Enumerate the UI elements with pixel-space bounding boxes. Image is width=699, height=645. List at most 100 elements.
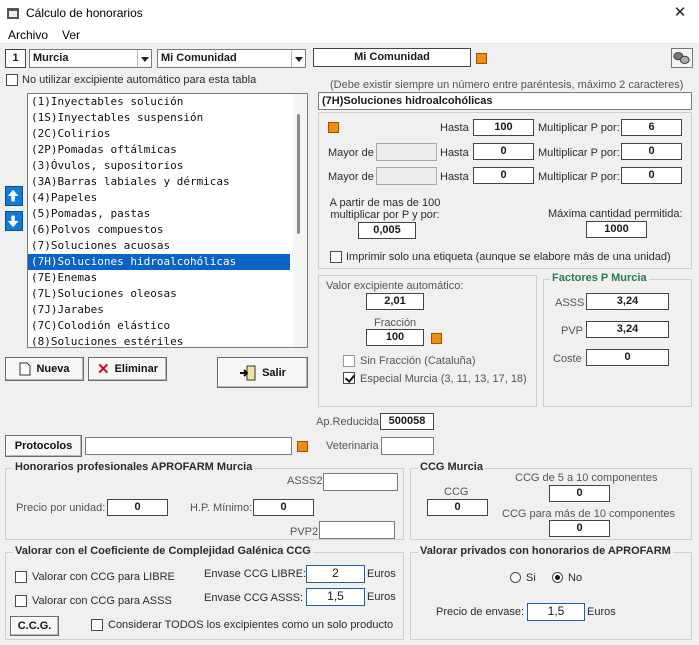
no-excipient-checkbox[interactable] (6, 74, 18, 86)
coste-factor-field[interactable]: 0 (586, 349, 669, 366)
list-item[interactable]: (6)Polvos compuestos (28, 222, 307, 238)
community-name-field[interactable]: Mi Comunidad (313, 48, 471, 67)
mayor-de-3-field (376, 167, 437, 185)
ap-reducida-field[interactable]: 500058 (380, 413, 434, 430)
ccg-mas-10-field[interactable]: 0 (549, 520, 610, 537)
excipient-value-field[interactable]: 2,01 (366, 293, 424, 310)
menu-ver[interactable]: Ver (62, 28, 80, 42)
list-item[interactable]: (7L)Soluciones oleosas (28, 286, 307, 302)
asss-factor-field[interactable]: 3,24 (586, 293, 669, 310)
especial-murcia-checkbox[interactable] (343, 372, 355, 384)
pvp-factor-field[interactable]: 3,24 (586, 321, 669, 338)
valorar-ccg-title: Valorar con el Coeficiente de Complejida… (13, 545, 313, 557)
todos-excipientes-checkbox[interactable] (91, 619, 103, 631)
privados-no-radio[interactable] (552, 572, 563, 583)
selected-name-field[interactable]: (7H)Soluciones hidroalcohólicas (318, 92, 692, 110)
multiplicar-label: Multiplicar P por: (538, 147, 620, 159)
protocolos-field[interactable] (85, 437, 292, 455)
fraction-field[interactable]: 100 (366, 329, 424, 346)
mult-3-field[interactable]: 0 (621, 167, 682, 184)
nueva-button[interactable]: Nueva (5, 357, 84, 381)
list-item[interactable]: (7C)Colodión elástico (28, 318, 307, 334)
print-one-checkbox[interactable] (330, 251, 342, 263)
precio-unidad-field[interactable]: 0 (107, 499, 168, 516)
hasta-label: Hasta (440, 171, 469, 183)
ccg-button[interactable]: C.C.G. (10, 616, 59, 636)
max-field[interactable]: 1000 (586, 221, 647, 238)
ccg-field[interactable]: 0 (427, 499, 488, 516)
precio-envase-field[interactable]: 1,5 (527, 603, 585, 621)
privados-si-radio[interactable] (510, 572, 521, 583)
ccg-label: CCG (444, 486, 469, 498)
scrollbar-thumb[interactable] (297, 114, 300, 234)
mult-1-field[interactable]: 6 (621, 119, 682, 136)
salir-button[interactable]: Salir (217, 357, 308, 388)
hasta-label: Hasta (440, 122, 469, 134)
privados-title: Valorar privados con honorarios de APROF… (418, 545, 673, 557)
table-index-field[interactable]: 1 (5, 49, 26, 68)
close-icon[interactable]: ✕ (669, 3, 691, 23)
move-up-button[interactable] (5, 186, 23, 206)
list-item[interactable]: (3A)Barras labiales y dérmicas (28, 174, 307, 190)
hp-minimo-field[interactable]: 0 (253, 499, 314, 516)
protocolos-button[interactable]: Protocolos (5, 435, 82, 457)
color-swatch[interactable] (328, 122, 339, 133)
color-swatch[interactable] (297, 441, 308, 452)
list-item[interactable]: (1S)Inyectables suspensión (28, 110, 307, 126)
eliminar-button[interactable]: ✕ Eliminar (88, 357, 167, 381)
envase-libre-field[interactable]: 2 (306, 565, 365, 583)
ccg-mas-10-label: CCG para más de 10 componentes (502, 508, 676, 520)
precio-unidad-label: Precio por unidad: (16, 502, 106, 514)
print-one-label: Imprimir solo una etiqueta (aunque se el… (346, 251, 671, 263)
list-item[interactable]: (4)Papeles (28, 190, 307, 206)
hasta-2-field[interactable]: 0 (473, 143, 534, 160)
chevron-down-icon[interactable] (291, 50, 305, 67)
chevron-down-icon[interactable] (137, 50, 151, 67)
list-item[interactable]: (7)Soluciones acuosas (28, 238, 307, 254)
pvp2-label: PVP2 (290, 526, 319, 538)
color-swatch[interactable] (476, 53, 487, 64)
ccg-title: CCG Murcia (418, 461, 485, 473)
arrow-down-icon (7, 215, 19, 228)
eliminar-label: Eliminar (114, 363, 158, 375)
settings-button[interactable] (671, 48, 693, 68)
ccg-libre-checkbox[interactable] (15, 571, 27, 583)
list-item[interactable]: (8)Soluciones estériles (28, 334, 307, 347)
preparation-list[interactable]: (1)Inyectables solución (1S)Inyectables s… (27, 93, 308, 348)
mayor-de-label: Mayor de (328, 171, 374, 183)
asss2-field[interactable] (323, 473, 398, 491)
sin-fraccion-label: Sin Fracción (Cataluña) (360, 355, 476, 367)
community-select[interactable]: Mi Comunidad (157, 49, 306, 68)
sin-fraccion-checkbox[interactable] (343, 355, 355, 367)
list-scrollbar[interactable] (293, 94, 307, 347)
coste-label: Coste (553, 353, 582, 365)
mayor-de-label: Mayor de (328, 147, 374, 159)
euros-label: Euros (367, 568, 396, 580)
app-icon (7, 8, 19, 19)
list-item[interactable]: (7E)Enemas (28, 270, 307, 286)
color-swatch[interactable] (431, 333, 442, 344)
list-item[interactable]: (5)Pomadas, pastas (28, 206, 307, 222)
pvp2-field[interactable] (319, 521, 395, 539)
menu-archivo[interactable]: Archivo (8, 28, 48, 42)
precio-envase-label: Precio de envase: (436, 606, 525, 618)
list-item[interactable]: (3)Óvulos, supositorios (28, 158, 307, 174)
envase-libre-label: Envase CCG LIBRE: (204, 568, 307, 580)
list-item[interactable]: (1)Inyectables solución (28, 94, 307, 110)
list-item[interactable]: (7H)Soluciones hidroalcohólicas (28, 254, 290, 270)
veterinaria-field[interactable] (381, 437, 434, 455)
region-select[interactable]: Murcia (29, 49, 152, 68)
envase-asss-field[interactable]: 1,5 (306, 588, 365, 606)
list-item[interactable]: (2C)Colirios (28, 126, 307, 142)
region-select-value: Murcia (33, 52, 69, 64)
euros-label: Euros (367, 591, 396, 603)
move-down-button[interactable] (5, 211, 23, 231)
list-item[interactable]: (2P)Pomadas oftálmicas (28, 142, 307, 158)
mult-2-field[interactable]: 0 (621, 143, 682, 160)
hasta-1-field[interactable]: 100 (473, 119, 534, 136)
ccg-asss-checkbox[interactable] (15, 595, 27, 607)
a-partir-field[interactable]: 0,005 (358, 222, 416, 239)
ccg-5-10-field[interactable]: 0 (549, 485, 610, 502)
list-item[interactable]: (7J)Jarabes (28, 302, 307, 318)
hasta-3-field[interactable]: 0 (473, 167, 534, 184)
